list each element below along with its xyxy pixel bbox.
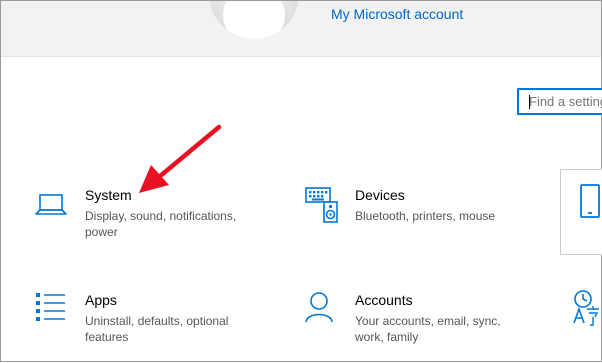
tile-phone[interactable]	[560, 169, 602, 255]
keyboard-speaker-icon	[305, 187, 338, 223]
tile-devices[interactable]: Devices Bluetooth, printers, mouse	[305, 187, 525, 247]
account-header: My Microsoft account	[1, 1, 601, 57]
tile-apps[interactable]: Apps Uninstall, defaults, optional featu…	[35, 292, 255, 352]
tile-title: Accounts	[355, 292, 413, 308]
text-caret	[529, 95, 530, 109]
tile-title: Devices	[355, 187, 405, 203]
tile-description: Uninstall, defaults, optional features	[85, 314, 229, 344]
my-microsoft-account-link[interactable]: My Microsoft account	[331, 6, 463, 22]
time-language-icon	[573, 290, 599, 326]
avatar	[209, 1, 299, 39]
search-input[interactable]	[519, 90, 602, 113]
tile-description: Your accounts, email, sync, work, family	[355, 314, 501, 344]
tile-title: Apps	[85, 292, 117, 308]
tile-accounts[interactable]: Accounts Your accounts, email, sync, wor…	[305, 292, 525, 352]
tile-system[interactable]: System Display, sound, notifications, po…	[35, 187, 255, 247]
tile-description: Display, sound, notifications, power	[85, 209, 237, 239]
tile-description: Bluetooth, printers, mouse	[355, 209, 496, 223]
tile-title: System	[85, 187, 132, 203]
avatar-face	[223, 1, 285, 39]
phone-icon	[580, 184, 600, 218]
laptop-icon	[35, 194, 67, 215]
app-list-icon	[36, 293, 65, 321]
person-icon	[305, 292, 333, 323]
search-box[interactable]	[517, 88, 602, 115]
